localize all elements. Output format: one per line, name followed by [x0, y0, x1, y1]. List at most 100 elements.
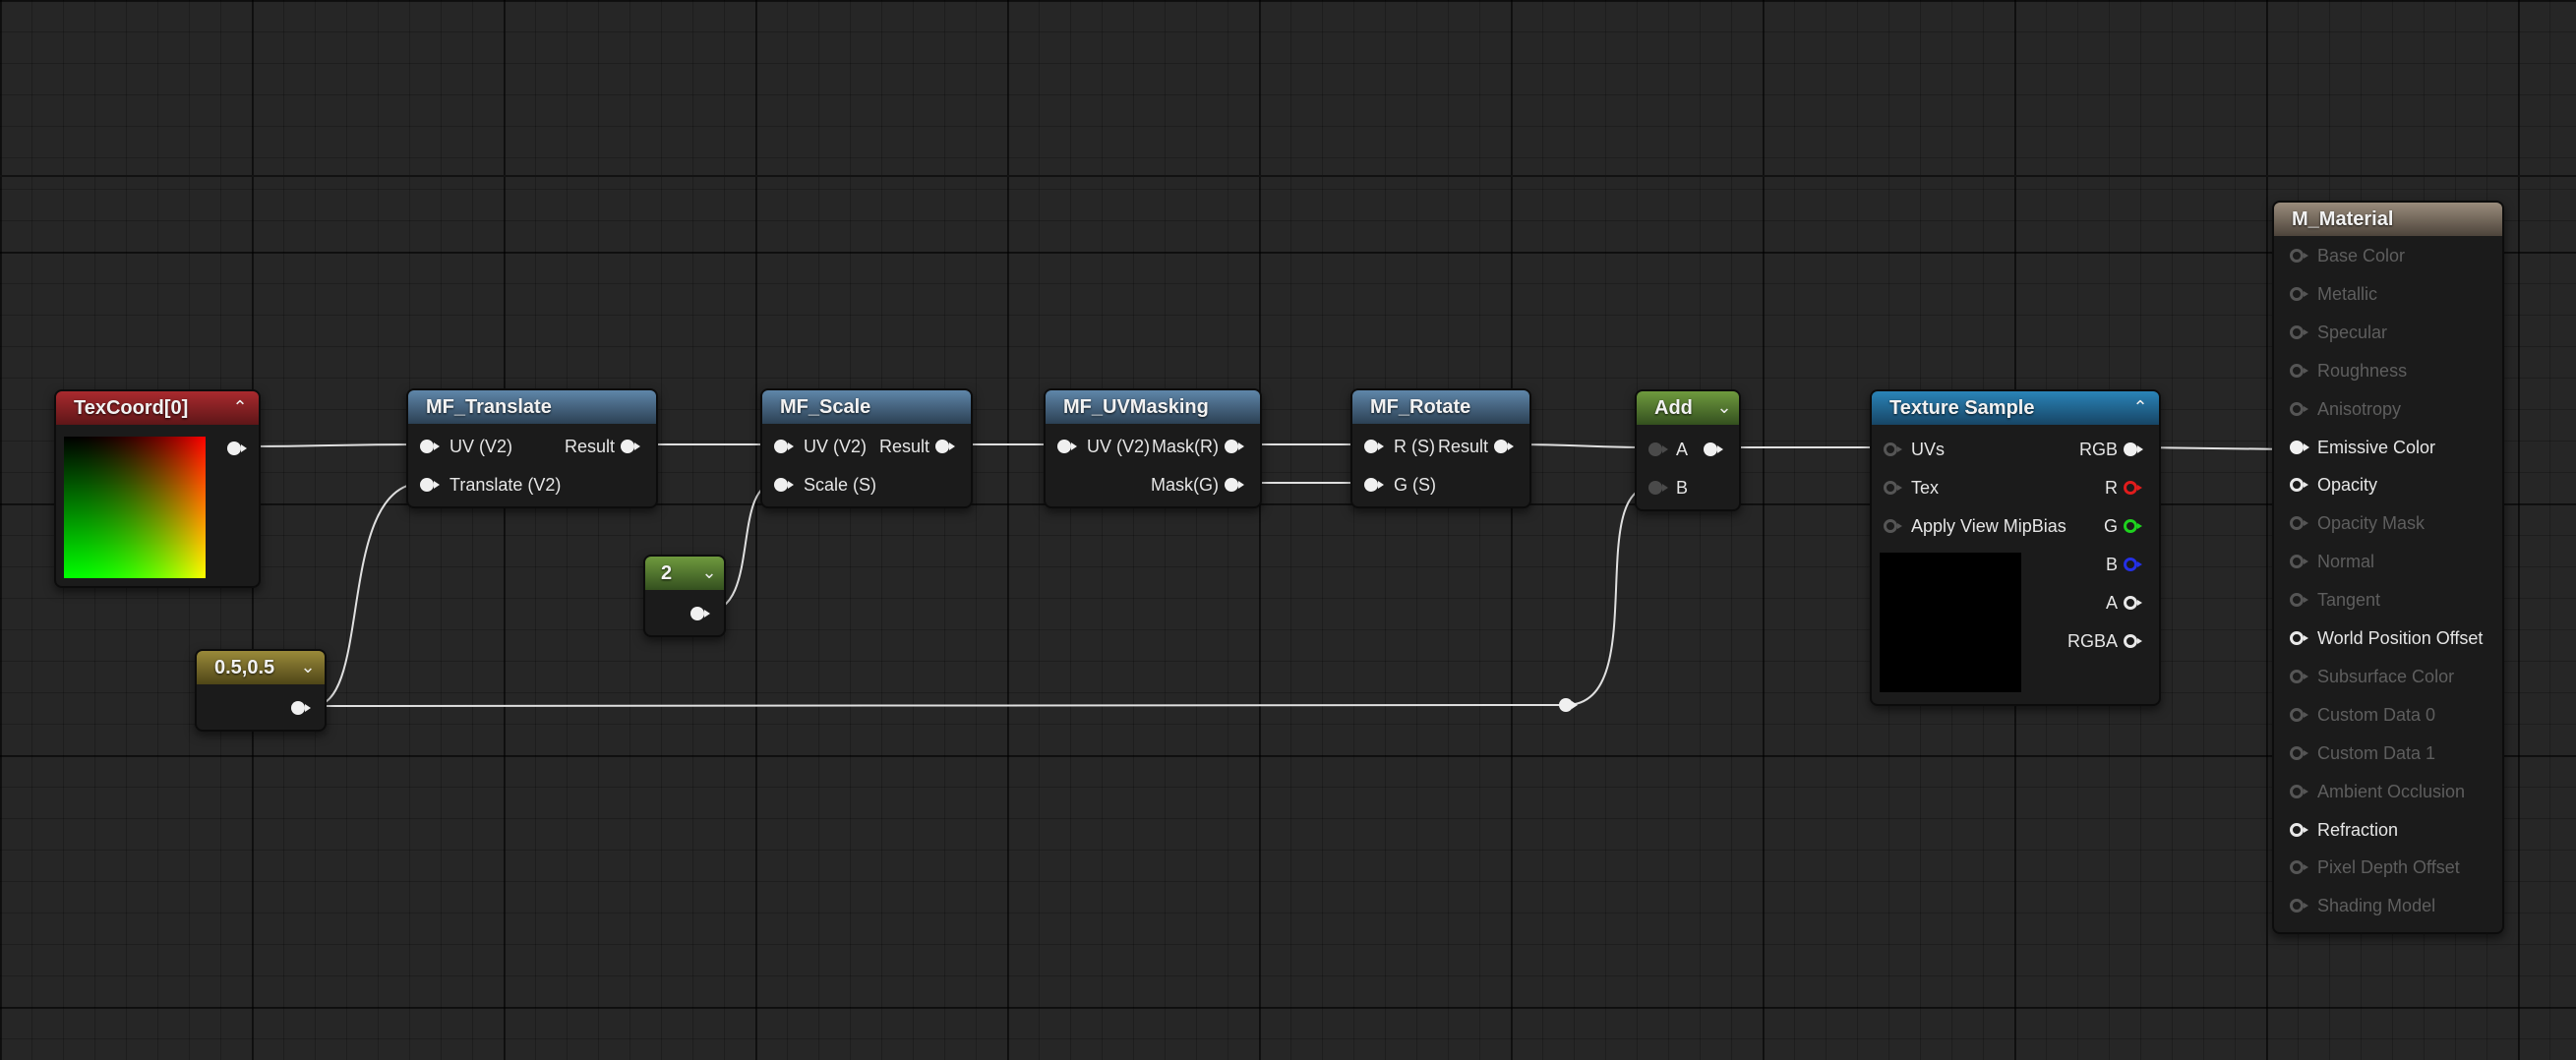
- texture-uvs-input-pin[interactable]: [1884, 442, 1902, 456]
- texture-sample-node[interactable]: Texture Sample ⌃ UVs Tex Apply View MipB…: [1870, 389, 2161, 706]
- material-input-label: Base Color: [2317, 246, 2406, 265]
- texture-a-label: A: [2105, 593, 2118, 613]
- wire-texcoord-to-translate-uv: [243, 443, 424, 447]
- material-input-pin[interactable]: [2290, 899, 2308, 913]
- texture-b-label: B: [2105, 555, 2118, 574]
- expand-chevron-down-icon[interactable]: ⌄: [297, 655, 319, 678]
- rotate-result-output-pin[interactable]: [1494, 440, 1514, 453]
- material-input-label: Specular: [2317, 322, 2388, 342]
- texture-tex-input-pin[interactable]: [1884, 481, 1902, 495]
- uvmasking-uv-input-pin[interactable]: [1057, 440, 1077, 453]
- material-input-pin[interactable]: [2290, 516, 2308, 531]
- mf-rotate-node[interactable]: MF_Rotate R (S) Result G (S): [1350, 388, 1531, 508]
- rotate-g-label: G (S): [1394, 475, 1436, 495]
- material-input-pin[interactable]: [2290, 401, 2308, 416]
- material-graph-canvas[interactable]: TexCoord[0] ⌃ MF_Translate UV (V2) Resul…: [0, 0, 2576, 1060]
- constant-vector-node[interactable]: 0.5,0.5 ⌄: [195, 649, 327, 732]
- add-a-input-pin[interactable]: [1648, 442, 1668, 456]
- texture-mipbias-input-pin[interactable]: [1884, 519, 1902, 533]
- mf-rotate-title: MF_Rotate: [1352, 390, 1529, 424]
- material-input-pin[interactable]: [2290, 593, 2308, 608]
- material-input-pin[interactable]: [2290, 363, 2308, 378]
- material-input-pin[interactable]: [2290, 249, 2308, 263]
- material-input-label: World Position Offset: [2317, 628, 2484, 648]
- mf-scale-node[interactable]: MF_Scale UV (V2) Result Scale (S): [760, 388, 973, 508]
- material-input-label: Refraction: [2317, 819, 2399, 840]
- uvmasking-maskg-label: Mask(G): [1151, 475, 1219, 495]
- material-input-label: Opacity Mask: [2317, 513, 2426, 534]
- material-input-pin[interactable]: [2290, 822, 2308, 837]
- material-input-label: Ambient Occlusion: [2317, 781, 2466, 801]
- collapse-chevron-up-icon[interactable]: ⌃: [2129, 395, 2151, 419]
- constant-scalar-node[interactable]: 2 ⌄: [643, 555, 726, 637]
- texture-a-output-pin[interactable]: [2124, 596, 2142, 610]
- expand-chevron-down-icon[interactable]: ⌄: [698, 560, 720, 584]
- material-input-label: Subsurface Color: [2317, 666, 2455, 686]
- texture-b-output-pin[interactable]: [2124, 558, 2142, 571]
- translate-result-output-pin[interactable]: [621, 440, 640, 453]
- collapse-chevron-up-icon[interactable]: ⌃: [229, 395, 251, 419]
- material-input-pin[interactable]: [2290, 440, 2309, 454]
- texture-rgba-label: RGBA: [2067, 631, 2118, 651]
- translate-result-label: Result: [564, 437, 615, 456]
- texture-g-output-pin[interactable]: [2124, 519, 2142, 533]
- translate-translate-label: Translate (V2): [449, 475, 562, 495]
- scale-scale-label: Scale (S): [804, 475, 877, 495]
- material-input-pin[interactable]: [2290, 286, 2308, 301]
- uvmasking-maskg-output-pin[interactable]: [1225, 478, 1244, 492]
- constant-vector-output-pin[interactable]: [291, 701, 311, 715]
- wire-vector-to-translate: [312, 482, 424, 707]
- scale-uv-input-pin[interactable]: [774, 440, 794, 453]
- add-b-input-pin[interactable]: [1648, 481, 1668, 495]
- texture-rgba-output-pin[interactable]: [2124, 634, 2142, 648]
- add-a-label: A: [1676, 440, 1689, 459]
- add-node[interactable]: Add ⌄ A B: [1635, 389, 1741, 511]
- scale-result-output-pin[interactable]: [935, 440, 955, 453]
- material-input-pin[interactable]: [2290, 669, 2308, 683]
- texture-preview: [1880, 553, 2021, 692]
- translate-uv-input-pin[interactable]: [420, 440, 440, 453]
- add-b-label: B: [1676, 478, 1689, 498]
- material-input-label: Metallic: [2317, 283, 2378, 304]
- constant-scalar-output-pin[interactable]: [690, 607, 710, 620]
- texture-r-output-pin[interactable]: [2124, 481, 2142, 495]
- scale-scale-input-pin[interactable]: [774, 478, 794, 492]
- wire-reroute-knot: [1559, 698, 1573, 712]
- material-input-pin[interactable]: [2290, 324, 2308, 339]
- material-result-node[interactable]: M_Material Base Color Metallic Specular Rou…: [2272, 201, 2504, 934]
- texcoord-node[interactable]: TexCoord[0] ⌃: [54, 389, 261, 588]
- material-input-label: Roughness: [2317, 360, 2408, 381]
- texture-rgb-output-pin[interactable]: [2124, 442, 2143, 456]
- rotate-g-input-pin[interactable]: [1364, 478, 1384, 492]
- material-input-pin[interactable]: [2290, 745, 2308, 760]
- texcoord-output-pin[interactable]: [227, 442, 247, 455]
- wire-rotate-to-add-a: [1510, 443, 1653, 448]
- graph-top-band: [0, 0, 2576, 177]
- material-input-pin[interactable]: [2290, 478, 2308, 493]
- rotate-result-label: Result: [1437, 437, 1488, 456]
- material-input-label: Pixel Depth Offset: [2317, 857, 2460, 878]
- mf-uvmasking-title: MF_UVMasking: [1046, 390, 1260, 424]
- texture-tex-label: Tex: [1911, 478, 1940, 498]
- uvmasking-maskr-output-pin[interactable]: [1225, 440, 1244, 453]
- wire-texture-rgb-to-emissive: [2139, 446, 2293, 450]
- translate-translate-input-pin[interactable]: [420, 478, 440, 492]
- material-input-pin[interactable]: [2290, 707, 2308, 722]
- material-input-label: Custom Data 0: [2317, 704, 2436, 725]
- texture-mipbias-label: Apply View MipBias: [1911, 516, 2067, 536]
- material-input-pin[interactable]: [2290, 784, 2308, 798]
- rotate-r-input-pin[interactable]: [1364, 440, 1384, 453]
- mf-translate-node[interactable]: MF_Translate UV (V2) Result Translate (V…: [406, 388, 658, 508]
- material-input-pin[interactable]: [2290, 555, 2308, 569]
- uvmasking-maskr-label: Mask(R): [1152, 437, 1219, 456]
- texture-uvs-label: UVs: [1911, 440, 1946, 459]
- material-input-pin[interactable]: [2290, 631, 2308, 645]
- mf-translate-title: MF_Translate: [408, 390, 656, 424]
- mf-scale-title: MF_Scale: [762, 390, 971, 424]
- material-input-pin[interactable]: [2290, 860, 2308, 875]
- texture-rgb-label: RGB: [2078, 440, 2118, 459]
- add-output-pin[interactable]: [1704, 442, 1723, 456]
- texture-g-label: G: [2103, 516, 2118, 536]
- mf-uvmasking-node[interactable]: MF_UVMasking UV (V2) Mask(R) Mask(G): [1044, 388, 1262, 508]
- expand-chevron-down-icon[interactable]: ⌄: [1713, 395, 1735, 419]
